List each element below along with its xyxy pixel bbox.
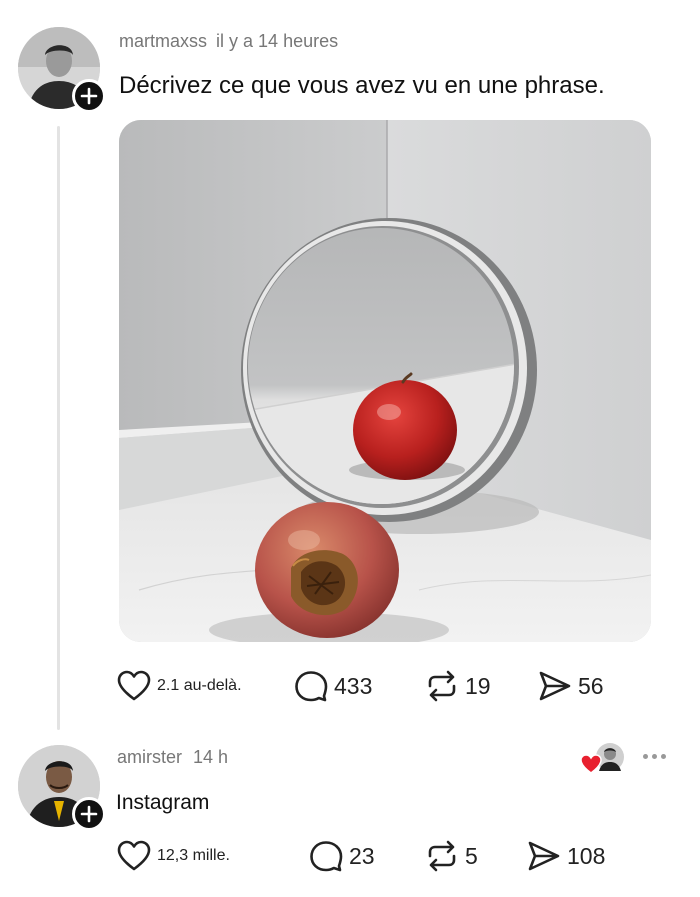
comment-count: 23 [349,842,375,869]
comment-bubble-icon [295,671,328,702]
comment-count: 433 [334,672,373,699]
post-1-avatar-wrap[interactable] [18,27,106,113]
more-dots-icon [642,753,648,759]
thread-line [57,126,60,730]
more-dots-icon [660,753,666,759]
post-2-avatar-wrap[interactable] [18,745,106,831]
post-2-text: Instagram [116,791,210,814]
comment-button[interactable]: 23 [309,836,375,876]
heart-icon [117,840,151,871]
post-2-meta: amirster 14 h [117,747,228,768]
follow-button[interactable] [72,79,106,113]
share-count: 56 [578,672,604,699]
share-count: 108 [567,842,606,869]
timestamp: il y a 14 heures [216,31,339,51]
red-heart-icon [580,754,602,774]
repost-icon [428,670,456,702]
send-icon [528,841,560,871]
post-image[interactable] [119,120,651,642]
like-count: 2.1 au-delà. [157,677,242,694]
timestamp: 14 h [193,747,229,767]
like-button[interactable]: 2.1 au-delà. [117,666,242,706]
repost-icon [428,840,456,872]
more-options-button[interactable] [638,744,670,768]
threads-feed: martmaxss il y a 14 heures Décrivez ce q… [0,0,700,897]
comment-bubble-icon [310,841,343,872]
post-1-text: Décrivez ce que vous avez vu en une phra… [119,72,605,99]
post-1-actions: 2.1 au-delà. 433 19 56 [117,666,637,706]
username[interactable]: martmaxss [119,31,207,51]
share-button[interactable]: 108 [527,836,605,876]
username[interactable]: amirster [117,747,182,767]
post-1-meta: martmaxss il y a 14 heures [119,31,338,52]
post-2-actions: 12,3 mille. 23 5 108 [117,836,637,876]
repost-count: 19 [465,672,491,699]
send-icon [539,671,571,701]
repost-button[interactable]: 19 [425,666,491,706]
repost-count: 5 [465,842,478,869]
repost-button[interactable]: 5 [425,836,478,876]
comment-button[interactable]: 433 [294,666,372,706]
more-dots-icon [651,753,657,759]
plus-icon [80,87,98,105]
follow-button[interactable] [72,797,106,831]
reply-avatars[interactable] [580,742,628,774]
share-button[interactable]: 56 [538,666,604,706]
like-button[interactable]: 12,3 mille. [117,836,230,876]
like-count: 12,3 mille. [157,847,230,864]
plus-icon [80,805,98,823]
apple-mirror-photo [119,120,651,642]
heart-icon [117,670,151,701]
